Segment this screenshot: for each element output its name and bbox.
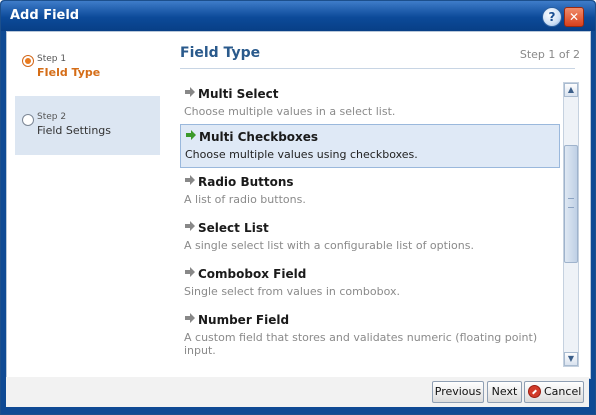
cancel-icon	[528, 385, 541, 398]
cancel-button[interactable]: Cancel	[524, 381, 584, 403]
help-icon[interactable]: ?	[542, 7, 562, 27]
arrow-right-icon	[186, 130, 196, 140]
dialog-title: Add Field	[10, 8, 80, 23]
title-bar[interactable]: Add Field ? ✕	[1, 1, 595, 31]
field-type-description: A single select list with a configurable…	[184, 239, 474, 252]
field-type-description: Choose multiple values in a select list.	[184, 105, 396, 118]
field-type-title: Select List	[198, 221, 269, 235]
scroll-up-icon[interactable]: ▲	[564, 83, 578, 97]
arrow-right-icon	[185, 175, 195, 185]
arrow-right-icon	[185, 267, 195, 277]
field-type-option[interactable]: Number Field A custom field that stores a…	[180, 308, 560, 357]
field-type-description: Choose multiple values using checkboxes.	[185, 148, 418, 161]
step-indicator: Step 1 of 2	[519, 48, 580, 61]
list-scrollbar[interactable]: ▲ ▼	[563, 82, 579, 367]
close-icon[interactable]: ✕	[564, 7, 584, 27]
scroll-thumb[interactable]	[564, 145, 578, 263]
field-type-title: Radio Buttons	[198, 175, 294, 189]
wizard-step-2: Step 2 Field Settings	[15, 96, 160, 155]
arrow-right-icon	[185, 87, 195, 97]
field-type-title: Multi Select	[198, 87, 279, 101]
field-type-option[interactable]: Combobox Field Single select from values …	[180, 262, 560, 306]
cancel-label: Cancel	[544, 385, 582, 398]
field-type-description: A custom field that stores and validates…	[184, 331, 538, 357]
grip-icon	[568, 198, 574, 208]
step-number: Step 1	[37, 54, 67, 64]
dialog-body: Step 1 FIeld Type Step 2 Field Settings …	[6, 31, 591, 379]
step-label: Field Settings	[37, 124, 112, 137]
previous-button[interactable]: Previous	[432, 381, 484, 403]
field-type-option[interactable]: Multi Checkboxes Choose multiple values u…	[180, 124, 560, 168]
field-type-description: Single select from values in combobox.	[184, 285, 400, 298]
divider	[180, 68, 575, 69]
field-type-option[interactable]: Radio Buttons A list of radio buttons.	[180, 170, 560, 214]
field-type-title: Number Field	[198, 313, 290, 327]
step-number: Step 2	[37, 112, 67, 122]
field-type-title: Multi Checkboxes	[199, 130, 319, 144]
step-radio-icon	[22, 114, 34, 126]
arrow-right-icon	[185, 313, 195, 323]
field-type-title: Combobox Field	[198, 267, 307, 281]
arrow-right-icon	[185, 221, 195, 231]
panel-title: Field Type	[180, 45, 261, 61]
add-field-dialog: Add Field ? ✕ Step 1 FIeld Type Step 2 F…	[0, 0, 596, 415]
field-type-list: Multi Select Choose multiple values in a …	[180, 82, 560, 367]
dialog-footer: Previous Next Cancel	[6, 377, 589, 407]
wizard-steps: Step 1 FIeld Type Step 2 Field Settings	[15, 39, 160, 155]
field-type-description: A list of radio buttons.	[184, 193, 306, 206]
scroll-down-icon[interactable]: ▼	[564, 352, 578, 366]
wizard-step-1: Step 1 FIeld Type	[15, 39, 160, 96]
step-radio-icon	[22, 55, 34, 67]
step-label: FIeld Type	[37, 66, 101, 79]
field-type-panel: Field Type Step 1 of 2 Multi Select Choos…	[165, 32, 590, 378]
field-type-option[interactable]: Multi Select Choose multiple values in a …	[180, 82, 560, 126]
next-button[interactable]: Next	[487, 381, 522, 403]
field-type-option[interactable]: Select List A single select list with a c…	[180, 216, 560, 260]
